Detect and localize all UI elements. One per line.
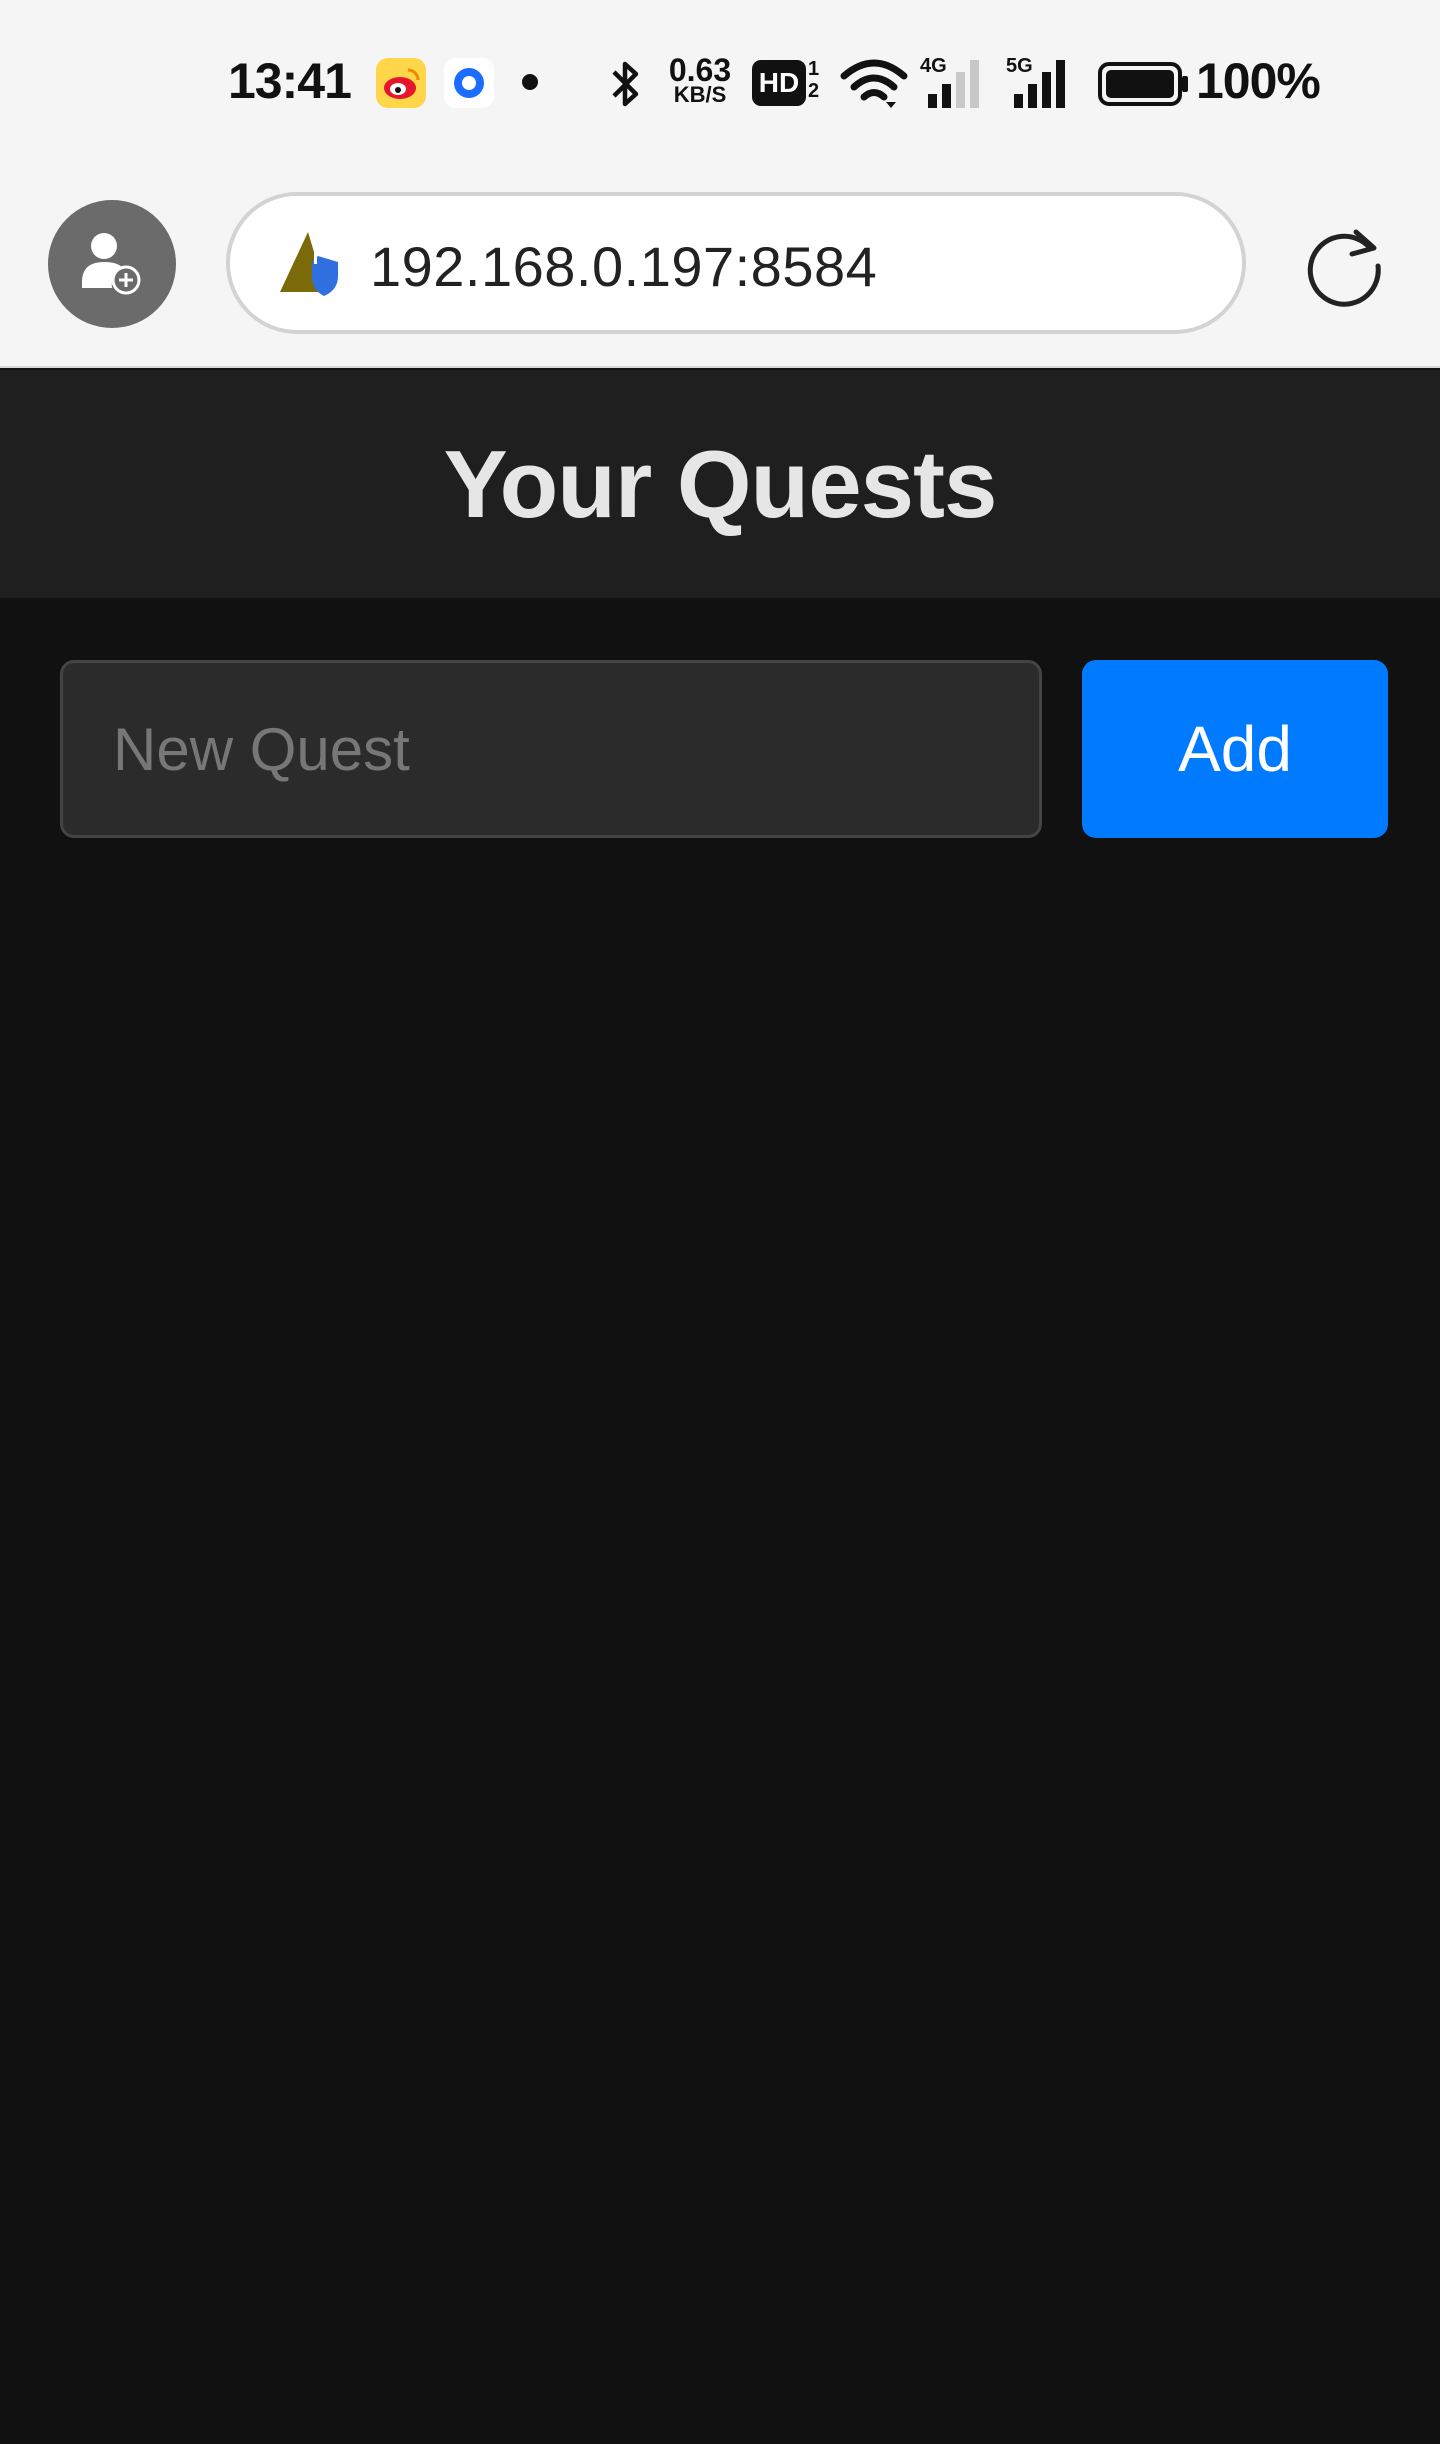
svg-text:4G: 4G	[920, 55, 947, 77]
add-quest-button[interactable]: Add	[1082, 660, 1388, 838]
url-text[interactable]: 192.168.0.197:8584	[370, 234, 877, 299]
quest-list	[60, 888, 1388, 2288]
reload-icon[interactable]	[1300, 222, 1388, 310]
svg-text:5G: 5G	[1006, 55, 1033, 77]
wifi-icon	[840, 59, 908, 108]
signal-5g-icon: 5G	[1006, 55, 1065, 108]
hd-sim-indicator: 12	[808, 58, 820, 102]
new-quest-input[interactable]	[60, 660, 1042, 838]
status-bar: 13:41 0.63 KB/S HD 12 4G 5G 100%	[0, 0, 1440, 168]
browser-toolbar: 192.168.0.197:8584	[0, 168, 1440, 368]
page-title: Your Quests	[443, 431, 998, 538]
insecure-warning-icon[interactable]	[276, 228, 350, 298]
profile-add-icon	[82, 233, 141, 295]
status-time: 13:41	[228, 53, 352, 109]
notification-dot-icon	[522, 74, 538, 90]
battery-percent: 100%	[1196, 53, 1321, 109]
signal-4g-icon: 4G	[920, 55, 979, 108]
hd-voice-icon: HD	[752, 60, 806, 106]
weibo-icon	[376, 58, 426, 108]
app-header: Your Quests	[0, 370, 1440, 598]
address-bar[interactable]: 192.168.0.197:8584	[226, 192, 1246, 334]
profile-add-button[interactable]	[48, 200, 176, 328]
qq-browser-icon	[444, 58, 494, 108]
battery-icon	[1098, 62, 1188, 106]
network-speed: 0.63 KB/S	[668, 52, 732, 107]
bluetooth-icon	[612, 61, 639, 107]
app-main: Add	[0, 598, 1440, 2444]
